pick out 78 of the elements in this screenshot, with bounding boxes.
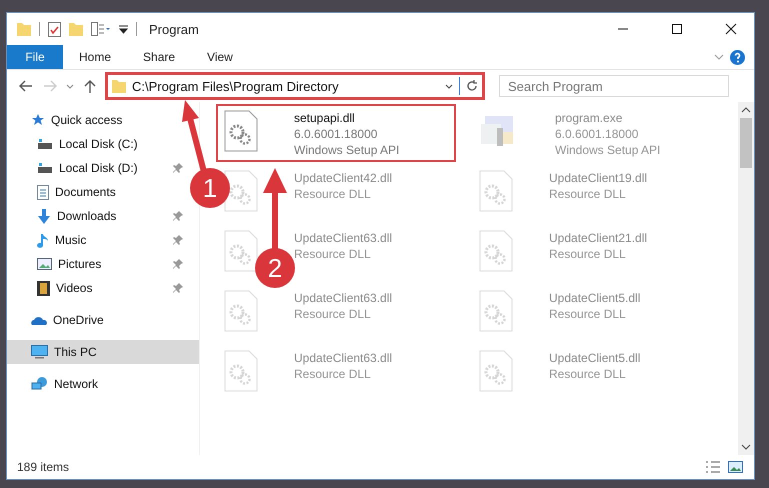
sidebar-item[interactable]: This PC [7, 340, 199, 364]
gear-file-icon [224, 110, 258, 152]
sidebar-item[interactable]: Videos [7, 276, 187, 300]
sidebar-item[interactable]: Local Disk (C:) [7, 132, 144, 156]
sidebar-item[interactable]: OneDrive [7, 308, 110, 332]
scroll-down-icon [741, 443, 751, 451]
properties-icon [48, 22, 61, 36]
gear-file-icon [224, 350, 258, 392]
sidebar-item[interactable]: Network [7, 372, 104, 396]
film-icon [37, 280, 50, 296]
cloud-icon [31, 315, 47, 325]
chevron-icon [714, 54, 724, 60]
window-title: Program [149, 22, 199, 36]
caret-icon [445, 84, 453, 88]
help-button[interactable] [728, 48, 746, 66]
gear-file-icon [224, 290, 258, 332]
address-path: C:\Program Files\Program Directory [132, 78, 339, 94]
scroll-up-icon [741, 106, 751, 114]
ribbon-tab[interactable]: File [7, 45, 63, 69]
ribbon-tab[interactable]: Share [127, 45, 192, 69]
file-detail: Resource DLL [294, 186, 372, 202]
file-detail: 6.0.6001.18000 [555, 126, 640, 142]
file-detail: Resource DLL [549, 186, 627, 202]
network-icon [31, 376, 48, 392]
scrollbar-thumb[interactable] [740, 118, 752, 168]
help-icon [730, 50, 744, 64]
file-detail: Resource DLL [294, 306, 372, 322]
gear-file-icon [479, 170, 513, 212]
forward-arrow-icon [43, 80, 57, 92]
details-list-icon [705, 461, 721, 473]
file-detail: Resource DLL [294, 366, 372, 382]
file-detail: Resource DLL [549, 366, 627, 382]
file-detail: Windows Setup API [294, 142, 400, 158]
star-icon [31, 113, 45, 127]
music-icon [37, 232, 49, 248]
ribbon-tab[interactable]: View [191, 45, 249, 69]
list-icon [91, 22, 111, 36]
gear-file-icon [224, 170, 258, 212]
new-folder-icon [69, 22, 83, 36]
maximize-icon [671, 23, 683, 35]
download-icon [37, 208, 51, 224]
sidebar-item[interactable]: Downloads [7, 204, 187, 228]
gear-file-icon [479, 230, 513, 272]
sidebar-item[interactable]: Music [7, 228, 187, 252]
file-detail: 6.0.6001.18000 [294, 126, 378, 142]
back-arrow-icon [19, 80, 33, 92]
close-icon [725, 23, 737, 35]
file-name[interactable]: setupapi.dll [294, 110, 400, 126]
monitor-icon [31, 345, 48, 359]
picture-icon [37, 258, 52, 270]
gear-file-icon [224, 230, 258, 272]
dropdown-icon [119, 24, 128, 34]
folder-icon [17, 22, 31, 36]
ribbon-tab[interactable]: Home [63, 45, 128, 69]
item-count: 189 items [17, 460, 70, 474]
file-tile[interactable]: setupapi.dll 6.0.6001.18000 Windows Setup API [216, 104, 456, 162]
gear-file-icon [479, 290, 513, 332]
scrollbar[interactable] [738, 102, 754, 455]
refresh-icon [466, 80, 478, 92]
gear-file-icon [479, 350, 513, 392]
folder-icon [112, 79, 126, 93]
sidebar-item[interactable]: Pictures [7, 252, 187, 276]
disk-icon [37, 162, 53, 174]
document-icon [37, 184, 49, 200]
file-detail: Windows Setup API [555, 142, 660, 158]
image-icon [728, 461, 742, 473]
search-field[interactable]: Search Program [499, 75, 729, 97]
large-icons-view-button[interactable] [726, 458, 744, 476]
caret-icon [66, 84, 74, 88]
file-detail: Resource DLL [549, 306, 627, 322]
disk-icon [37, 138, 53, 150]
file-detail: Resource DLL [294, 246, 372, 262]
sidebar-item[interactable]: Local Disk (D:) [7, 156, 187, 180]
sidebar-item[interactable]: Quick access [7, 108, 128, 132]
address-bar[interactable]: C:\Program Files\Program Directory [105, 72, 485, 100]
file-detail: Resource DLL [549, 246, 627, 262]
up-arrow-icon [84, 79, 96, 93]
sidebar-item[interactable]: Documents [7, 180, 122, 204]
